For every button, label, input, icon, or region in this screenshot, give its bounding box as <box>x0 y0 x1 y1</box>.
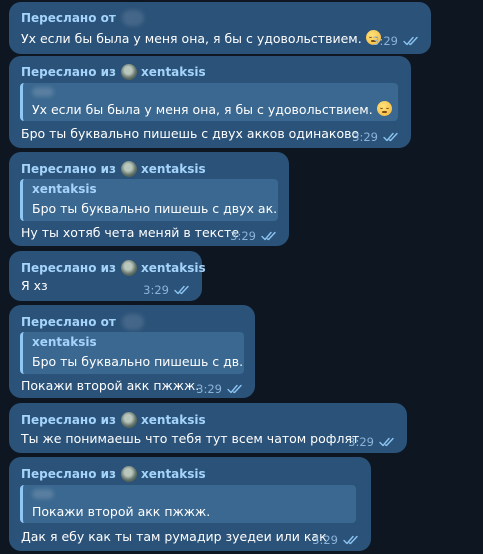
message-bubble[interactable]: Переслано из xentaksis xentaksis Бро ты … <box>9 152 289 246</box>
message-meta: 3:29 <box>230 229 279 243</box>
message-meta: 3:29 <box>196 382 245 396</box>
forwarded-label: Переслано из <box>21 162 117 176</box>
message-text: Ты же понимаешь что тебя тут всем чатом … <box>21 431 360 446</box>
reply-quote[interactable]: Ух если бы была у меня она, я бы с удово… <box>20 83 398 121</box>
quote-author: xentaksis <box>32 182 97 196</box>
forwarded-label: Переслано из <box>21 413 117 427</box>
message-time: 3:29 <box>230 229 256 243</box>
message-time: 3:29 <box>312 533 338 547</box>
quote-text: Бро ты буквально пишешь с дв... <box>32 354 244 369</box>
forwarded-label: Переслано от <box>21 11 116 25</box>
forwarded-header[interactable]: Переслано из xentaksis <box>21 412 206 428</box>
channel-avatar-icon <box>121 64 138 80</box>
pensive-face-icon <box>376 101 392 116</box>
message-text: Ух если бы была у меня она, я бы с удово… <box>21 30 381 46</box>
double-check-icon <box>379 437 397 447</box>
message-meta: 3:29 <box>352 130 401 144</box>
quote-text: Ух если бы была у меня она, я бы с удово… <box>32 101 392 117</box>
message-meta: 3:29 <box>348 435 397 449</box>
message-text: Дак я ебу как ты там румадир зуедеи или … <box>21 529 327 544</box>
message-meta: 3:29 <box>143 283 192 297</box>
quote-text: Бро ты буквально пишешь с двух ак... <box>32 201 278 216</box>
message-bubble[interactable]: Переслано из xentaksis Ты же понимаешь ч… <box>9 403 407 453</box>
double-check-icon <box>174 285 192 295</box>
forwarded-header[interactable]: Переслано из xentaksis <box>21 64 206 80</box>
forwarded-label: Переслано из <box>21 467 117 481</box>
message-meta: 3:29 <box>372 34 421 48</box>
forwarded-source: xentaksis <box>141 467 206 481</box>
forwarded-header[interactable]: Переслано от <box>21 314 144 330</box>
message-text: Покажи второй акк пжжж. <box>21 378 200 393</box>
message-time: 3:29 <box>143 283 169 297</box>
double-check-icon <box>261 231 279 241</box>
forwarded-source: xentaksis <box>141 162 206 176</box>
message-time: 3:29 <box>196 382 222 396</box>
message-meta: 3:29 <box>312 533 361 547</box>
forwarded-header[interactable]: Переслано из xentaksis <box>21 260 206 276</box>
hidden-sender-avatar <box>121 10 144 26</box>
channel-avatar-icon <box>121 466 138 482</box>
message-bubble[interactable]: Переслано от Ух если бы была у меня она,… <box>9 2 431 54</box>
message-bubble[interactable]: Переслано из xentaksis Ух если бы была у… <box>9 56 411 148</box>
forwarded-source: xentaksis <box>141 261 206 275</box>
channel-avatar-icon <box>121 161 138 177</box>
forwarded-label: Переслано от <box>21 315 116 329</box>
channel-avatar-icon <box>121 412 138 428</box>
channel-avatar-icon <box>121 260 138 276</box>
forwarded-header[interactable]: Переслано из xentaksis <box>21 161 206 177</box>
hidden-quote-name <box>32 87 54 97</box>
message-time: 3:29 <box>372 34 398 48</box>
message-time: 3:29 <box>352 130 378 144</box>
message-bubble[interactable]: Переслано из xentaksis Я хз 3:29 <box>9 251 206 301</box>
forwarded-header[interactable]: Переслано от <box>21 10 144 26</box>
reply-quote[interactable]: xentaksis Бро ты буквально пишешь с двух… <box>20 179 278 221</box>
message-time: 3:29 <box>348 435 374 449</box>
double-check-icon <box>343 535 361 545</box>
message-text-content: Ух если бы была у меня она, я бы с удово… <box>21 31 362 46</box>
double-check-icon <box>383 132 401 142</box>
reply-quote[interactable]: xentaksis Бро ты буквально пишешь с дв..… <box>20 332 244 374</box>
hidden-sender-avatar <box>121 314 144 330</box>
quote-author: xentaksis <box>32 335 97 349</box>
chat-area[interactable]: Переслано от Ух если бы была у меня она,… <box>0 0 483 554</box>
forwarded-source: xentaksis <box>141 65 206 79</box>
forwarded-header[interactable]: Переслано из xentaksis <box>21 466 206 482</box>
double-check-icon <box>403 36 421 46</box>
forwarded-label: Переслано из <box>21 65 117 79</box>
forwarded-source: xentaksis <box>141 413 206 427</box>
forwarded-label: Переслано из <box>21 261 117 275</box>
message-bubble[interactable]: Переслано из xentaksis Покажи второй акк… <box>9 457 371 551</box>
message-text: Я хз <box>21 278 48 293</box>
message-bubble[interactable]: Переслано от xentaksis Бро ты буквально … <box>9 305 255 398</box>
quote-text-content: Ух если бы была у меня она, я бы с удово… <box>32 102 373 117</box>
message-text: Бро ты буквально пишешь с двух акков оди… <box>21 126 360 141</box>
hidden-quote-name <box>32 489 54 499</box>
quote-text: Покажи второй акк пжжж. <box>32 504 211 519</box>
message-text: Ну ты хотяб чета меняй в тексте <box>21 225 240 240</box>
double-check-icon <box>227 384 245 394</box>
reply-quote[interactable]: Покажи второй акк пжжж. <box>20 485 356 523</box>
